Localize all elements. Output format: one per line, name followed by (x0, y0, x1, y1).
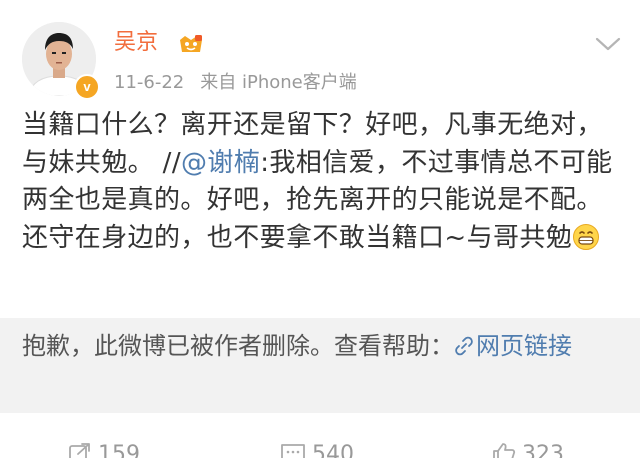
like-count: 323 (522, 442, 564, 458)
username[interactable]: 吴京 (114, 28, 158, 58)
post-text: 当籍口什么？离开还是留下？好吧，凡事无绝对，与妹共勉。 //@谢楠:我相信爱，不… (22, 107, 622, 257)
comment-icon (281, 444, 305, 458)
post-source: 来自 iPhone客户端 (200, 72, 357, 93)
deleted-notice: 抱歉，此微博已被作者删除。查看帮助： 网页链接 (22, 328, 622, 364)
help-link[interactable]: 网页链接 (454, 332, 572, 360)
help-link-label: 网页链接 (476, 332, 572, 360)
grin-emoji-icon (573, 223, 600, 250)
post-meta: 11-6-22 来自 iPhone客户端 (114, 70, 357, 96)
chevron-down-icon[interactable] (594, 34, 622, 54)
retweet-deleted-box: 抱歉，此微博已被作者删除。查看帮助： 网页链接 (0, 318, 640, 413)
weibo-post: v 吴京 11-6-22 来自 iPhone客户端 当籍口什么？离开还是留下？好吧… (0, 0, 640, 458)
vip-badge-icon (180, 35, 202, 52)
post-date: 11-6-22 (114, 72, 185, 93)
repost-count: 159 (98, 442, 140, 458)
comment-button[interactable]: 540 (280, 440, 354, 458)
action-bar: 159 540 323 (0, 428, 640, 458)
mention-link[interactable]: @谢楠 (181, 148, 260, 178)
comment-count: 540 (312, 442, 354, 458)
link-icon (455, 336, 473, 356)
like-button[interactable]: 323 (492, 440, 564, 458)
repost-icon (69, 443, 90, 458)
deleted-notice-text: 抱歉，此微博已被作者删除。查看帮助： (22, 332, 454, 360)
thumbs-up-icon (493, 443, 516, 458)
repost-button[interactable]: 159 (68, 440, 140, 458)
verified-badge: v (74, 74, 100, 100)
